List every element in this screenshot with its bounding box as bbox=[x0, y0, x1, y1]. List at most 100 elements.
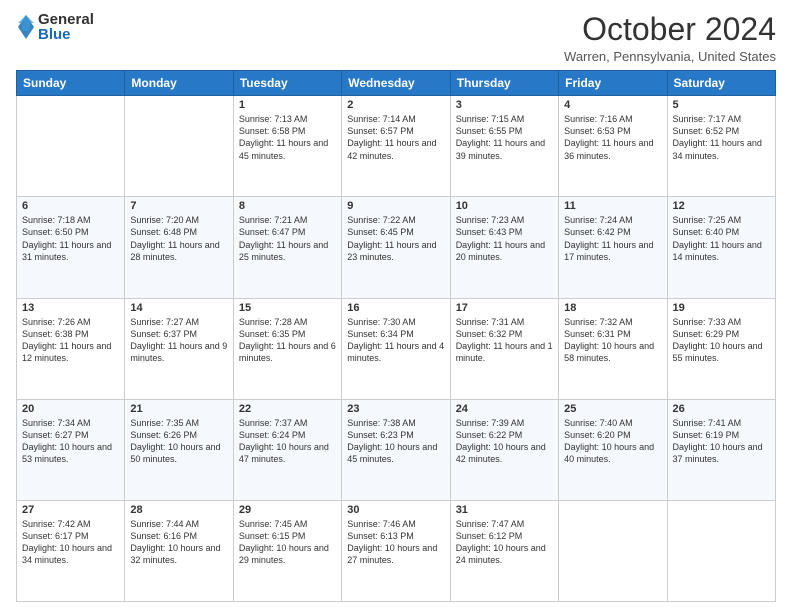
day-info: Sunrise: 7:40 AMSunset: 6:20 PMDaylight:… bbox=[564, 417, 661, 466]
logo-icon bbox=[16, 13, 36, 41]
calendar-cell: 27 Sunrise: 7:42 AMSunset: 6:17 PMDayligh… bbox=[17, 500, 125, 601]
day-number: 27 bbox=[22, 504, 119, 516]
calendar-cell: 10 Sunrise: 7:23 AMSunset: 6:43 PMDayligh… bbox=[450, 197, 558, 298]
day-info: Sunrise: 7:46 AMSunset: 6:13 PMDaylight:… bbox=[347, 518, 444, 567]
calendar-cell: 25 Sunrise: 7:40 AMSunset: 6:20 PMDayligh… bbox=[559, 399, 667, 500]
day-info: Sunrise: 7:39 AMSunset: 6:22 PMDaylight:… bbox=[456, 417, 553, 466]
col-monday: Monday bbox=[125, 71, 233, 96]
calendar-cell: 19 Sunrise: 7:33 AMSunset: 6:29 PMDayligh… bbox=[667, 298, 775, 399]
day-info: Sunrise: 7:26 AMSunset: 6:38 PMDaylight:… bbox=[22, 316, 119, 365]
day-info: Sunrise: 7:47 AMSunset: 6:12 PMDaylight:… bbox=[456, 518, 553, 567]
calendar-cell: 8 Sunrise: 7:21 AMSunset: 6:47 PMDaylight… bbox=[233, 197, 341, 298]
calendar-cell: 9Sunrise: 7:22 AMSunset: 6:45 PMDaylight… bbox=[342, 197, 450, 298]
day-info: Sunrise: 7:17 AMSunset: 6:52 PMDaylight:… bbox=[673, 113, 770, 162]
day-number: 29 bbox=[239, 504, 336, 516]
calendar-cell: 17 Sunrise: 7:31 AMSunset: 6:32 PMDayligh… bbox=[450, 298, 558, 399]
col-friday: Friday bbox=[559, 71, 667, 96]
calendar-cell bbox=[667, 500, 775, 601]
month-title: October 2024 bbox=[564, 12, 776, 47]
calendar-cell bbox=[125, 96, 233, 197]
day-number: 16 bbox=[347, 302, 444, 314]
day-number: 22 bbox=[239, 403, 336, 415]
calendar-week-2: 6 Sunrise: 7:18 AMSunset: 6:50 PMDaylight… bbox=[17, 197, 776, 298]
day-info: Sunrise: 7:27 AMSunset: 6:37 PMDaylight:… bbox=[130, 316, 227, 365]
calendar-week-3: 13Sunrise: 7:26 AMSunset: 6:38 PMDayligh… bbox=[17, 298, 776, 399]
calendar-cell: 3 Sunrise: 7:15 AMSunset: 6:55 PMDaylight… bbox=[450, 96, 558, 197]
day-number: 8 bbox=[239, 200, 336, 212]
calendar-cell: 1Sunrise: 7:13 AMSunset: 6:58 PMDaylight… bbox=[233, 96, 341, 197]
day-number: 1 bbox=[239, 99, 336, 111]
day-number: 7 bbox=[130, 200, 227, 212]
calendar-cell: 11 Sunrise: 7:24 AMSunset: 6:42 PMDayligh… bbox=[559, 197, 667, 298]
calendar: Sunday Monday Tuesday Wednesday Thursday… bbox=[16, 70, 776, 602]
day-number: 9 bbox=[347, 200, 444, 212]
day-number: 17 bbox=[456, 302, 553, 314]
day-number: 28 bbox=[130, 504, 227, 516]
day-number: 24 bbox=[456, 403, 553, 415]
logo-text: General Blue bbox=[38, 12, 94, 42]
day-info: Sunrise: 7:28 AMSunset: 6:35 PMDaylight:… bbox=[239, 316, 336, 365]
calendar-week-1: 1Sunrise: 7:13 AMSunset: 6:58 PMDaylight… bbox=[17, 96, 776, 197]
day-number: 11 bbox=[564, 200, 661, 212]
day-number: 25 bbox=[564, 403, 661, 415]
calendar-cell: 14 Sunrise: 7:27 AMSunset: 6:37 PMDayligh… bbox=[125, 298, 233, 399]
calendar-cell: 30 Sunrise: 7:46 AMSunset: 6:13 PMDayligh… bbox=[342, 500, 450, 601]
day-number: 6 bbox=[22, 200, 119, 212]
logo: General Blue bbox=[16, 12, 94, 42]
day-number: 31 bbox=[456, 504, 553, 516]
day-number: 5 bbox=[673, 99, 770, 111]
day-number: 15 bbox=[239, 302, 336, 314]
calendar-cell: 13Sunrise: 7:26 AMSunset: 6:38 PMDayligh… bbox=[17, 298, 125, 399]
day-number: 26 bbox=[673, 403, 770, 415]
calendar-week-4: 20 Sunrise: 7:34 AMSunset: 6:27 PMDayligh… bbox=[17, 399, 776, 500]
calendar-cell: 28Sunrise: 7:44 AMSunset: 6:16 PMDayligh… bbox=[125, 500, 233, 601]
day-info: Sunrise: 7:38 AMSunset: 6:23 PMDaylight:… bbox=[347, 417, 444, 466]
logo-general: General bbox=[38, 12, 94, 27]
calendar-cell: 22Sunrise: 7:37 AMSunset: 6:24 PMDayligh… bbox=[233, 399, 341, 500]
calendar-cell: 7Sunrise: 7:20 AMSunset: 6:48 PMDaylight… bbox=[125, 197, 233, 298]
calendar-cell bbox=[559, 500, 667, 601]
page: General Blue October 2024 Warren, Pennsy… bbox=[0, 0, 792, 612]
calendar-header-row: Sunday Monday Tuesday Wednesday Thursday… bbox=[17, 71, 776, 96]
day-info: Sunrise: 7:24 AMSunset: 6:42 PMDaylight:… bbox=[564, 214, 661, 263]
calendar-cell: 6 Sunrise: 7:18 AMSunset: 6:50 PMDaylight… bbox=[17, 197, 125, 298]
title-area: October 2024 Warren, Pennsylvania, Unite… bbox=[564, 12, 776, 64]
day-number: 4 bbox=[564, 99, 661, 111]
day-number: 21 bbox=[130, 403, 227, 415]
day-info: Sunrise: 7:25 AMSunset: 6:40 PMDaylight:… bbox=[673, 214, 770, 263]
col-sunday: Sunday bbox=[17, 71, 125, 96]
day-info: Sunrise: 7:34 AMSunset: 6:27 PMDaylight:… bbox=[22, 417, 119, 466]
calendar-cell: 29Sunrise: 7:45 AMSunset: 6:15 PMDayligh… bbox=[233, 500, 341, 601]
day-number: 19 bbox=[673, 302, 770, 314]
day-number: 20 bbox=[22, 403, 119, 415]
day-info: Sunrise: 7:16 AMSunset: 6:53 PMDaylight:… bbox=[564, 113, 661, 162]
calendar-cell bbox=[17, 96, 125, 197]
day-info: Sunrise: 7:21 AMSunset: 6:47 PMDaylight:… bbox=[239, 214, 336, 263]
day-info: Sunrise: 7:15 AMSunset: 6:55 PMDaylight:… bbox=[456, 113, 553, 162]
day-number: 2 bbox=[347, 99, 444, 111]
col-thursday: Thursday bbox=[450, 71, 558, 96]
day-info: Sunrise: 7:18 AMSunset: 6:50 PMDaylight:… bbox=[22, 214, 119, 263]
calendar-cell: 24 Sunrise: 7:39 AMSunset: 6:22 PMDayligh… bbox=[450, 399, 558, 500]
calendar-cell: 16 Sunrise: 7:30 AMSunset: 6:34 PMDayligh… bbox=[342, 298, 450, 399]
day-info: Sunrise: 7:23 AMSunset: 6:43 PMDaylight:… bbox=[456, 214, 553, 263]
calendar-cell: 5 Sunrise: 7:17 AMSunset: 6:52 PMDaylight… bbox=[667, 96, 775, 197]
calendar-cell: 20 Sunrise: 7:34 AMSunset: 6:27 PMDayligh… bbox=[17, 399, 125, 500]
calendar-cell: 12Sunrise: 7:25 AMSunset: 6:40 PMDayligh… bbox=[667, 197, 775, 298]
logo-blue: Blue bbox=[38, 27, 94, 42]
location: Warren, Pennsylvania, United States bbox=[564, 49, 776, 64]
day-number: 3 bbox=[456, 99, 553, 111]
day-number: 10 bbox=[456, 200, 553, 212]
calendar-cell: 26Sunrise: 7:41 AMSunset: 6:19 PMDayligh… bbox=[667, 399, 775, 500]
calendar-cell: 23Sunrise: 7:38 AMSunset: 6:23 PMDayligh… bbox=[342, 399, 450, 500]
day-info: Sunrise: 7:30 AMSunset: 6:34 PMDaylight:… bbox=[347, 316, 444, 365]
day-info: Sunrise: 7:33 AMSunset: 6:29 PMDaylight:… bbox=[673, 316, 770, 365]
day-info: Sunrise: 7:42 AMSunset: 6:17 PMDaylight:… bbox=[22, 518, 119, 567]
calendar-cell: 31 Sunrise: 7:47 AMSunset: 6:12 PMDayligh… bbox=[450, 500, 558, 601]
calendar-cell: 2Sunrise: 7:14 AMSunset: 6:57 PMDaylight… bbox=[342, 96, 450, 197]
calendar-cell: 15 Sunrise: 7:28 AMSunset: 6:35 PMDayligh… bbox=[233, 298, 341, 399]
day-number: 14 bbox=[130, 302, 227, 314]
day-info: Sunrise: 7:31 AMSunset: 6:32 PMDaylight:… bbox=[456, 316, 553, 365]
calendar-cell: 4 Sunrise: 7:16 AMSunset: 6:53 PMDaylight… bbox=[559, 96, 667, 197]
day-number: 30 bbox=[347, 504, 444, 516]
